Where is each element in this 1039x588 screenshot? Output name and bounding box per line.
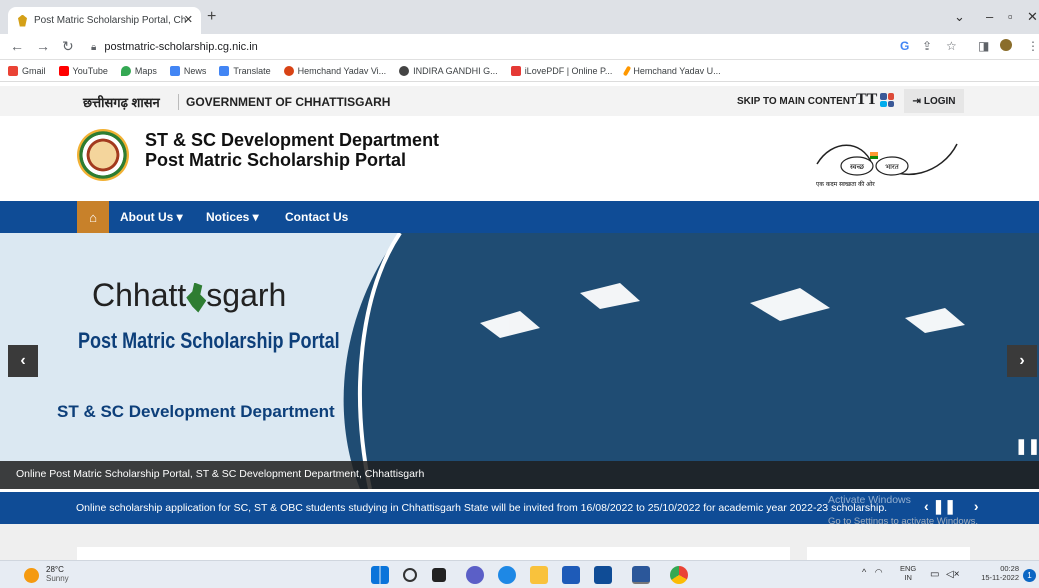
chat-icon[interactable] — [466, 566, 484, 584]
carousel-prev-button[interactable]: ‹ — [8, 345, 38, 377]
browser-tab[interactable]: Post Matric Scholarship Portal, Ch ✕ — [8, 7, 201, 34]
state-map-icon — [186, 282, 207, 313]
nav-contact-us[interactable]: Contact Us — [285, 210, 348, 224]
google-icon[interactable]: G — [900, 39, 909, 53]
display-icon[interactable]: ▭ — [930, 569, 939, 580]
file-explorer-icon[interactable] — [530, 566, 548, 584]
bookmark-news[interactable]: News — [169, 65, 206, 76]
lock-icon: 🔒︎ — [91, 41, 97, 53]
graduates-silhouette-image — [343, 233, 1039, 489]
volume-icon[interactable]: ◁× — [946, 569, 960, 580]
minimize-icon[interactable]: – — [986, 9, 993, 24]
department-title: ST & SC Development Department Post Matr… — [145, 130, 440, 170]
main-navigation: ⌂ About Us ▾ Notices ▾ Contact Us — [0, 201, 1039, 233]
menu-icon[interactable]: ⋮ — [1027, 39, 1039, 53]
forward-icon[interactable]: → — [36, 38, 50, 54]
sidepanel-icon[interactable]: ◨ — [978, 39, 989, 53]
gov-label: GOVERNMENT OF CHHATTISGARH — [186, 95, 391, 109]
svg-text:एक कदम स्वच्छता की ओर: एक कदम स्वच्छता की ओर — [816, 180, 875, 188]
site-header: ST & SC Development Department Post Matr… — [0, 116, 1039, 201]
back-icon[interactable]: ← — [10, 38, 24, 54]
content-area — [0, 524, 1039, 560]
hero-portal-title: Post Matric Scholarship Portal — [78, 328, 340, 353]
bookmarks-bar: Gmail YouTube Maps News Translate Hemcha… — [0, 60, 1039, 82]
nav-notices[interactable]: Notices ▾ — [206, 210, 259, 224]
bookmark-youtube[interactable]: YouTube — [58, 65, 108, 76]
chhattisgarh-emblem-logo[interactable] — [77, 129, 129, 181]
ticker-next-icon[interactable]: › — [974, 498, 979, 514]
swachh-bharat-logo: स्वच्छ भारत एक कदम स्वच्छता की ओर — [816, 143, 958, 188]
svg-text:स्वच्छ: स्वच्छ — [850, 163, 865, 171]
weather-sun-icon[interactable] — [24, 568, 39, 583]
start-windows-icon[interactable] — [371, 566, 389, 584]
sidebar-card — [807, 547, 970, 560]
ticker-text[interactable]: Online scholarship application for SC, S… — [76, 502, 887, 514]
chevron-left-icon: ‹ — [20, 352, 26, 369]
login-button[interactable]: ⇥ LOGIN — [904, 89, 964, 113]
browser-toolbar: ← → ↻ 🔒︎ postmatric-scholarship.cg.nic.i… — [0, 34, 1039, 60]
social-media-icon[interactable] — [880, 93, 894, 107]
bookmark-maps[interactable]: Maps — [120, 65, 157, 76]
ticker-pause-icon[interactable]: ❚❚ — [933, 498, 956, 514]
bookmark-hemchand-2[interactable]: Hemchand Yadav U... — [623, 65, 721, 76]
hindi-gov-label: छत्तीसगढ़ शासन — [83, 95, 160, 110]
profile-avatar[interactable] — [1000, 39, 1012, 51]
tab-title: Post Matric Scholarship Portal, Ch — [34, 15, 187, 26]
text-size-icon[interactable]: TT — [856, 91, 877, 109]
activate-windows-title: Activate Windows — [828, 494, 911, 506]
tab-search-icon[interactable]: ⌄ — [954, 9, 965, 25]
new-tab-icon[interactable]: + — [207, 8, 216, 26]
reload-icon[interactable]: ↻ — [62, 38, 74, 55]
home-button[interactable]: ⌂ — [77, 201, 109, 233]
search-icon[interactable] — [403, 568, 417, 582]
nav-about-us[interactable]: About Us ▾ — [120, 210, 183, 224]
language-indicator[interactable]: ENG IN — [900, 564, 916, 582]
skip-to-main-link[interactable]: SKIP TO MAIN CONTENT — [737, 96, 856, 107]
word-icon[interactable] — [632, 566, 650, 584]
bookmark-ilovepdf[interactable]: iLovePDF | Online P... — [510, 65, 612, 76]
government-bar: छत्तीसगढ़ शासन GOVERNMENT OF CHHATTISGAR… — [0, 86, 1039, 116]
svg-text:भारत: भारत — [885, 163, 900, 171]
home-icon: ⌂ — [89, 209, 97, 225]
bookmark-hemchand-1[interactable]: Hemchand Yadav Vi... — [283, 65, 386, 76]
bookmark-translate[interactable]: Translate — [219, 65, 271, 76]
carousel-next-button[interactable]: › — [1007, 345, 1037, 377]
close-window-icon[interactable]: ✕ — [1027, 9, 1038, 25]
login-icon: ⇥ — [912, 95, 921, 107]
carousel-pause-icon[interactable]: ❚❚ — [1015, 437, 1039, 455]
windows-taskbar: 28°C Sunny ^ ◠ ENG IN ▭ ◁× 00:28 15-11-2… — [0, 560, 1039, 588]
ticker-controls: ‹ ❚❚ › — [924, 498, 979, 515]
hero-carousel: Chhatt sgarh Post Matric Scholarship Port… — [0, 233, 1039, 489]
browser-tab-strip: Post Matric Scholarship Portal, Ch ✕ + ⌄… — [0, 0, 1039, 34]
ticker-prev-icon[interactable]: ‹ — [924, 498, 929, 514]
weather-widget[interactable]: 28°C Sunny — [46, 565, 69, 583]
edge-icon[interactable] — [498, 566, 516, 584]
chrome-icon[interactable] — [670, 566, 688, 584]
bookmark-indira[interactable]: INDIRA GANDHI G... — [399, 65, 498, 76]
chevron-right-icon: › — [1019, 352, 1025, 369]
restore-icon[interactable]: ▫ — [1008, 9, 1013, 24]
carousel-caption: Online Post Matric Scholarship Portal, S… — [0, 461, 1039, 489]
chhattisgarh-brand-logo: Chhatt sgarh — [92, 277, 287, 313]
hero-department-title: ST & SC Development Department — [57, 402, 335, 421]
share-icon[interactable]: ⇪ — [922, 39, 932, 53]
url-text: postmatric-scholarship.cg.nic.in — [104, 41, 258, 53]
bookmark-star-icon[interactable]: ☆ — [946, 39, 957, 53]
task-view-icon[interactable] — [432, 568, 446, 582]
clock[interactable]: 00:28 15-11-2022 — [971, 564, 1019, 582]
mail-icon[interactable] — [594, 566, 612, 584]
store-icon[interactable] — [562, 566, 580, 584]
system-tray[interactable]: ^ ◠ — [862, 567, 883, 578]
address-bar[interactable]: 🔒︎ postmatric-scholarship.cg.nic.in — [91, 37, 871, 57]
notification-badge[interactable]: 1 — [1023, 569, 1036, 582]
network-icon[interactable]: ◠ — [875, 567, 883, 577]
site-favicon-icon — [18, 14, 27, 27]
tab-close-icon[interactable]: ✕ — [184, 13, 193, 26]
tray-chevron-icon[interactable]: ^ — [862, 567, 866, 577]
bookmark-gmail[interactable]: Gmail — [8, 65, 46, 76]
content-card — [77, 547, 790, 560]
divider — [178, 94, 179, 110]
